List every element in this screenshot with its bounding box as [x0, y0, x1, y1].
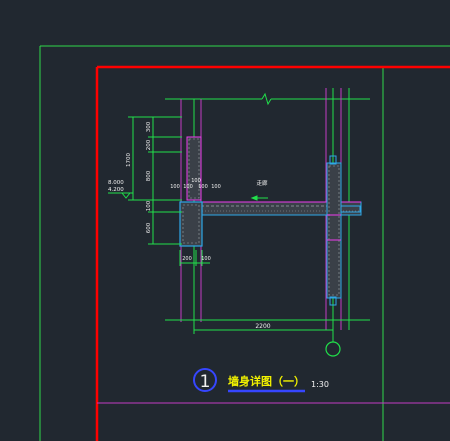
dim-1700: 1700 — [126, 153, 132, 167]
dim-300: 300 — [146, 121, 152, 132]
dim-top-2: 100 — [183, 184, 193, 190]
dim-100: 100 — [146, 200, 152, 211]
dim-top-4: 100 — [211, 184, 221, 190]
dim-200: 200 — [146, 139, 152, 150]
left-beam — [179, 201, 203, 247]
dim-800: 800 — [146, 170, 152, 181]
dim-top-1: 100 — [170, 184, 180, 190]
corridor-label: 走廊 — [256, 179, 268, 187]
dim-bottom-200: 200 — [182, 256, 192, 262]
detail-number: 1 — [200, 372, 211, 392]
elevation-upper: 8.000 — [108, 180, 124, 186]
right-wall — [326, 155, 342, 306]
detail-scale: 1:30 — [311, 380, 329, 389]
detail-title: 墙身详图（一） — [228, 374, 305, 388]
elevation-lower: 4.200 — [108, 187, 124, 193]
left-wall-upper — [186, 136, 202, 201]
dim-600: 600 — [146, 222, 152, 233]
dim-top-3: 100 — [198, 184, 208, 190]
dim-2200: 2200 — [255, 323, 270, 330]
cad-drawing-canvas[interactable]: 300 200 1700 800 100 600 8.000 4.200 100… — [0, 0, 450, 441]
dim-bottom-100: 100 — [201, 256, 211, 262]
